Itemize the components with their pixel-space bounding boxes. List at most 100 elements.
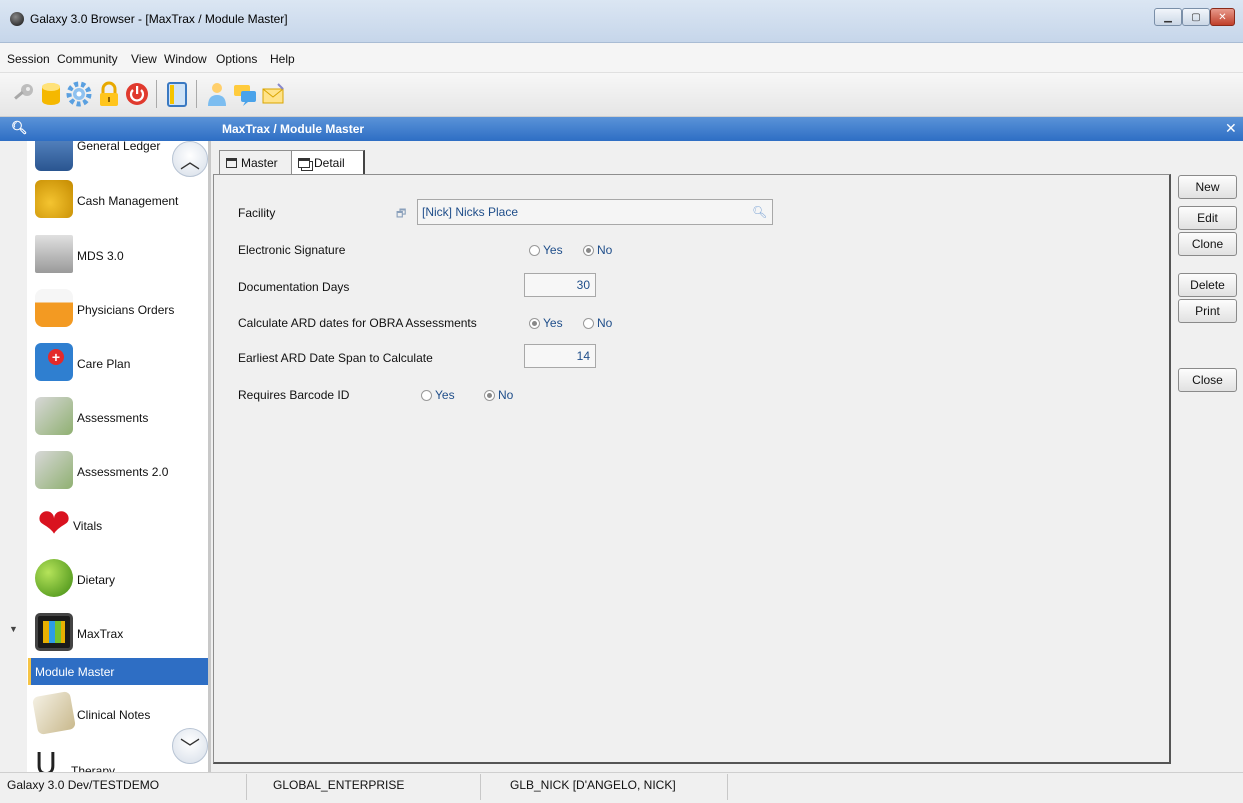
ledger-icon: [35, 141, 73, 171]
electronic-signature-no-radio[interactable]: No: [583, 243, 612, 257]
radio-label: Yes: [435, 388, 455, 402]
sidebar-item-maxtrax[interactable]: MaxTrax: [27, 605, 208, 659]
tablet-icon: [35, 613, 73, 651]
sidebar-item-assessments[interactable]: Assessments: [27, 389, 208, 443]
sidebar-item-label: Vitals: [73, 519, 103, 533]
database-icon[interactable]: [38, 80, 64, 108]
sidebar-item-vitals[interactable]: ❤ Vitals: [27, 497, 208, 551]
pill-bottle-icon: [35, 289, 73, 327]
radio-label: Yes: [543, 316, 563, 330]
close-button[interactable]: Close: [1178, 368, 1237, 392]
mail-icon[interactable]: [260, 80, 286, 108]
facility-value: [Nick] Nicks Place: [422, 205, 519, 219]
window-close-button[interactable]: ✕: [1210, 8, 1235, 26]
radio-circle: [583, 317, 594, 329]
maximize-button[interactable]: ▢: [1182, 8, 1210, 26]
electronic-signature-label: Electronic Signature: [238, 243, 346, 257]
sidebar-item-dietary[interactable]: Dietary: [27, 551, 208, 605]
expand-arrow-icon[interactable]: ▼: [9, 624, 18, 634]
menu-help[interactable]: Help: [270, 52, 295, 66]
radio-label: Yes: [543, 243, 563, 257]
sidebar-item-assessments-2[interactable]: Assessments 2.0: [27, 443, 208, 497]
status-separator: [246, 774, 247, 800]
lock-icon[interactable]: [96, 80, 122, 108]
sidebar-gutter: [0, 141, 27, 772]
menu-bar: Session Community View Window Options He…: [0, 43, 1243, 73]
toolbar-separator: [156, 80, 157, 108]
sidebar-item-label: Therapy: [71, 764, 116, 772]
notebook-icon[interactable]: [164, 80, 190, 108]
radio-label: No: [498, 388, 514, 402]
sidebar-item-label: General Ledger: [77, 141, 161, 153]
mds-icon: [35, 235, 73, 273]
close-icon[interactable]: ✕: [1225, 120, 1237, 137]
sidebar-item-label: Cash Management: [77, 194, 179, 208]
scroll-down-button[interactable]: ﹀: [172, 728, 208, 764]
sidebar-item-mds[interactable]: MDS 3.0: [27, 227, 208, 281]
menu-session[interactable]: Session: [7, 52, 50, 66]
gear-icon[interactable]: [66, 80, 92, 108]
status-user: GLB_NICK [D'ANGELO, NICK]: [510, 778, 676, 792]
power-icon[interactable]: [124, 80, 150, 108]
menu-options[interactable]: Options: [216, 52, 257, 66]
menu-community[interactable]: Community: [57, 52, 118, 66]
radio-label: No: [597, 316, 613, 330]
sidebar-item-label: Physicians Orders: [77, 303, 175, 317]
user-icon[interactable]: [204, 80, 230, 108]
sidebar-item-label: MaxTrax: [77, 627, 124, 641]
tab-master[interactable]: Master: [219, 150, 291, 175]
scroll-up-button[interactable]: ︿: [172, 141, 208, 177]
sidebar-item-cash-management[interactable]: Cash Management: [27, 172, 208, 226]
edit-button[interactable]: Edit: [1178, 206, 1237, 230]
earliest-ard-input[interactable]: 14: [524, 344, 596, 368]
coins-icon: [35, 180, 73, 218]
documentation-days-input[interactable]: 30: [524, 273, 596, 297]
status-separator: [727, 774, 728, 800]
status-separator: [480, 774, 481, 800]
detail-form: [213, 174, 1171, 764]
facility-label: Facility: [238, 206, 276, 220]
requires-barcode-yes-radio[interactable]: Yes: [421, 388, 455, 402]
radio-circle: [484, 389, 495, 401]
sidebar-item-physicians-orders[interactable]: Physicians Orders: [27, 281, 208, 335]
window-title: Galaxy 3.0 Browser - [MaxTrax / Module M…: [30, 12, 288, 26]
apple-icon: [35, 559, 73, 597]
panel-title: MaxTrax / Module Master: [222, 122, 365, 136]
search-icon[interactable]: 🔍︎: [752, 205, 767, 219]
new-button[interactable]: New: [1178, 175, 1237, 199]
notes-icon: [31, 690, 77, 736]
toolbar-separator: [196, 80, 197, 108]
requires-barcode-no-radio[interactable]: No: [484, 388, 513, 402]
link-icon[interactable]: 🗗︎: [396, 205, 406, 224]
tab-label: Master: [241, 156, 278, 170]
documentation-days-label: Documentation Days: [238, 280, 350, 294]
chat-icon[interactable]: [232, 80, 258, 108]
checklist-icon: [35, 451, 73, 489]
sidebar-item-label: Care Plan: [77, 357, 131, 371]
menu-window[interactable]: Window: [164, 52, 207, 66]
radio-circle: [529, 317, 540, 329]
calculate-ard-no-radio[interactable]: No: [583, 316, 612, 330]
minimize-button[interactable]: ▁: [1154, 8, 1182, 26]
radio-label: No: [597, 243, 613, 257]
radio-circle: [421, 389, 432, 401]
calculate-ard-label: Calculate ARD dates for OBRA Assessments: [238, 316, 477, 330]
sidebar-item-label: MDS 3.0: [77, 249, 124, 263]
key-icon[interactable]: [10, 80, 36, 108]
requires-barcode-label: Requires Barcode ID: [238, 388, 350, 402]
calculate-ard-yes-radio[interactable]: Yes: [529, 316, 563, 330]
sidebar-item-label: Assessments 2.0: [77, 465, 169, 479]
window-icon: [226, 158, 237, 168]
print-button[interactable]: Print: [1178, 299, 1237, 323]
sidebar-item-label: Module Master: [35, 665, 115, 679]
red-cross-icon: +: [48, 349, 64, 365]
clone-button[interactable]: Clone: [1178, 232, 1237, 256]
search-icon[interactable]: 🔍︎: [11, 120, 28, 136]
delete-button[interactable]: Delete: [1178, 273, 1237, 297]
menu-view[interactable]: View: [131, 52, 157, 66]
tab-label: Detail: [314, 156, 345, 170]
checklist-icon: [35, 397, 73, 435]
sidebar-item-care-plan[interactable]: + Care Plan: [27, 335, 208, 389]
electronic-signature-yes-radio[interactable]: Yes: [529, 243, 563, 257]
tab-detail[interactable]: Detail: [291, 150, 365, 175]
